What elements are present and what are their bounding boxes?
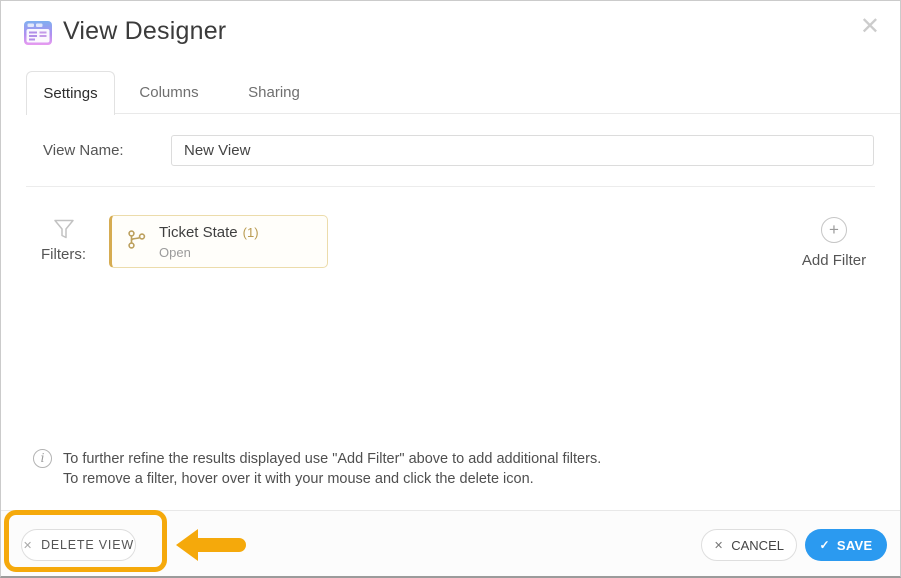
cancel-x-icon: ✕ <box>714 539 723 552</box>
save-label: SAVE <box>837 538 873 553</box>
filter-value: Open <box>159 245 259 260</box>
filter-funnel-icon <box>53 219 75 245</box>
filter-name: Ticket State <box>159 224 238 241</box>
view-designer-icon <box>23 19 53 47</box>
info-line-1: To further refine the results displayed … <box>63 450 601 470</box>
page-title: View Designer <box>63 17 226 46</box>
delete-x-icon: ✕ <box>23 539 33 552</box>
section-divider <box>26 186 875 187</box>
save-check-icon: ✓ <box>820 538 830 552</box>
delete-view-button[interactable]: ✕ DELETE VIEW <box>21 529 136 561</box>
filter-chip-ticket-state[interactable]: Ticket State (1) Open <box>109 215 328 268</box>
cancel-button[interactable]: ✕ CANCEL <box>701 529 797 561</box>
plus-icon: + <box>821 217 847 243</box>
info-text: To further refine the results displayed … <box>63 450 601 489</box>
highlight-arrow-shaft <box>196 538 246 552</box>
tab-columns[interactable]: Columns <box>114 71 224 114</box>
info-icon: i <box>33 449 52 468</box>
save-button[interactable]: ✓ SAVE <box>805 529 887 561</box>
branch-icon <box>126 229 147 255</box>
add-filter-button[interactable]: + Add Filter <box>794 217 874 269</box>
highlight-arrow-icon <box>176 529 198 561</box>
add-filter-label: Add Filter <box>794 252 874 269</box>
info-line-2: To remove a filter, hover over it with y… <box>63 470 601 490</box>
close-icon[interactable]: ✕ <box>860 15 880 39</box>
view-designer-dialog: View Designer ✕ Settings Columns Sharing… <box>0 0 901 578</box>
filter-count-badge: (1) <box>243 225 259 240</box>
filters-label: Filters: <box>41 246 86 263</box>
view-name-label: View Name: <box>43 142 124 159</box>
tab-sharing[interactable]: Sharing <box>224 71 324 114</box>
delete-view-label: DELETE VIEW <box>41 538 134 552</box>
cancel-label: CANCEL <box>731 538 784 553</box>
tab-settings[interactable]: Settings <box>26 71 115 115</box>
view-name-input[interactable] <box>171 135 874 166</box>
